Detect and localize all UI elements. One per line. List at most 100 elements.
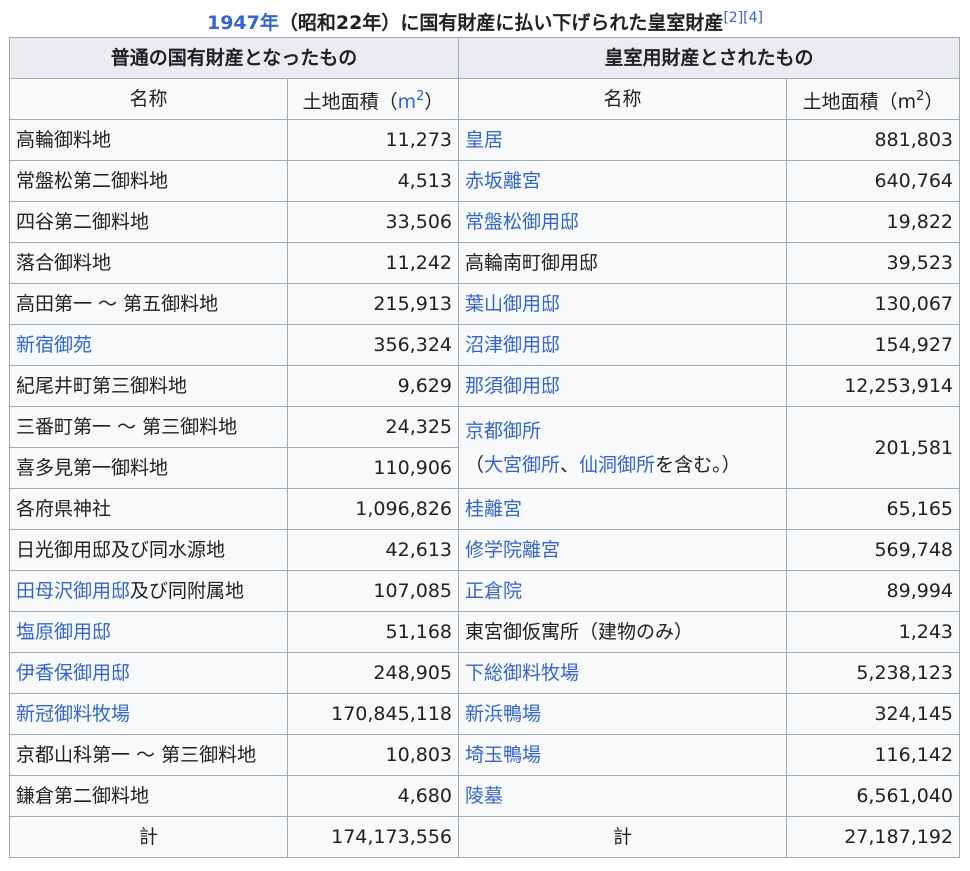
left-name-link[interactable]: 田母沢御用邸 xyxy=(16,580,130,602)
year-link[interactable]: 1947年 xyxy=(207,12,279,34)
totals-row: 計 174,173,556 計 27,187,192 xyxy=(9,816,961,858)
right-name-link[interactable]: 京都御所 xyxy=(465,420,541,442)
left-name-link[interactable]: 新冠御料牧場 xyxy=(16,703,130,725)
table-row: 三番町第一 ～ 第三御料地 24,325 京都御所 （大宮御所、仙洞御所を含む。）… xyxy=(9,406,961,489)
table-row: 塩原御用邸 51,168 東宮御仮寓所（建物のみ） 1,243 xyxy=(9,611,961,653)
right-name-link[interactable]: 新浜鴨場 xyxy=(465,703,541,725)
table-row: 京都山科第一 ～ 第三御料地 10,803 埼玉鴨場 116,142 xyxy=(9,734,961,776)
left-name: 高輪御料地 xyxy=(9,119,288,161)
left-name-header: 名称 xyxy=(9,78,288,120)
right-area: 116,142 xyxy=(785,734,961,776)
table-caption: 1947年（昭和22年）に国有財産に払い下げられた皇室財産[2][4] xyxy=(0,6,970,35)
left-name: 常盤松第二御料地 xyxy=(9,160,288,202)
right-name-link[interactable]: 下総御料牧場 xyxy=(465,662,579,684)
left-total-label: 計 xyxy=(9,816,288,858)
right-area: 881,803 xyxy=(785,119,961,161)
left-group-header: 普通の国有財産となったもの xyxy=(9,37,459,79)
left-area: 51,168 xyxy=(287,611,459,653)
table-row: 常盤松第二御料地 4,513 赤坂離宮 640,764 xyxy=(9,160,961,202)
left-name: 落合御料地 xyxy=(9,242,288,284)
imperial-property-table: 普通の国有財産となったもの 皇室用財産とされたもの 名称 土地面積（m2） 名称… xyxy=(9,37,961,858)
right-area: 65,165 xyxy=(785,488,961,530)
caption-text: （昭和22年）に国有財産に払い下げられた皇室財産 xyxy=(278,12,724,34)
right-area: 5,238,123 xyxy=(785,652,961,694)
left-area: 24,325 xyxy=(287,406,459,448)
table-row: 高輪御料地 11,273 皇居 881,803 xyxy=(9,119,961,161)
right-name-header: 名称 xyxy=(458,78,787,120)
left-area: 4,513 xyxy=(287,160,459,202)
right-total-value: 27,187,192 xyxy=(785,816,961,858)
unit-m: m xyxy=(397,90,417,113)
left-name: 各府県神社 xyxy=(9,488,288,530)
right-group-header: 皇室用財産とされたもの xyxy=(457,37,961,79)
page: 1947年（昭和22年）に国有財産に払い下げられた皇室財産[2][4] 普通の国… xyxy=(0,0,970,871)
left-area: 356,324 xyxy=(287,324,459,366)
area-close: ） xyxy=(424,90,444,113)
right-area: 130,067 xyxy=(785,283,961,325)
left-name-link[interactable]: 新宿御苑 xyxy=(16,334,92,356)
right-name-link[interactable]: 常盤松御用邸 xyxy=(465,211,579,233)
right-name-link[interactable]: 那須御用邸 xyxy=(465,375,560,397)
left-name-link[interactable]: 塩原御用邸 xyxy=(16,621,111,643)
right-name-link[interactable]: 皇居 xyxy=(465,129,503,151)
right-name-link[interactable]: 桂離宮 xyxy=(465,498,522,520)
left-area: 4,680 xyxy=(287,775,459,817)
right-name: 高輪南町御用邸 xyxy=(458,242,787,284)
left-area: 42,613 xyxy=(287,529,459,571)
table-row: 伊香保御用邸 248,905 下総御料牧場 5,238,123 xyxy=(9,652,961,694)
right-total-label: 計 xyxy=(458,816,787,858)
right-area: 201,581 xyxy=(785,406,961,489)
table-row: 鎌倉第二御料地 4,680 陵墓 6,561,040 xyxy=(9,775,961,817)
right-name-link[interactable]: 埼玉鴨場 xyxy=(465,744,541,766)
table-row: 各府県神社 1,096,826 桂離宮 65,165 xyxy=(9,488,961,530)
right-area: 6,561,040 xyxy=(785,775,961,817)
right-name-link[interactable]: 葉山御用邸 xyxy=(465,293,560,315)
left-area: 248,905 xyxy=(287,652,459,694)
left-area: 215,913 xyxy=(287,283,459,325)
left-area: 170,845,118 xyxy=(287,693,459,735)
table-row: 新冠御料牧場 170,845,118 新浜鴨場 324,145 xyxy=(9,693,961,735)
left-name: 高田第一 ～ 第五御料地 xyxy=(9,283,288,325)
left-area: 10,803 xyxy=(287,734,459,776)
right-name-link[interactable]: 赤坂離宮 xyxy=(465,170,541,192)
left-name: 三番町第一 ～ 第三御料地 xyxy=(9,406,288,448)
right-name-link[interactable]: 修学院離宮 xyxy=(465,539,560,561)
square-metre-link[interactable]: m2 xyxy=(397,89,425,113)
note-sep: 、 xyxy=(560,453,580,476)
area-close: ） xyxy=(924,90,944,113)
left-name: 喜多見第一御料地 xyxy=(9,447,288,489)
reference-link-4[interactable]: [4] xyxy=(743,10,763,26)
left-area: 9,629 xyxy=(287,365,459,407)
sento-gosho-link[interactable]: 仙洞御所 xyxy=(579,454,655,476)
area-label: 土地面積（m xyxy=(802,90,917,113)
left-name: 日光御用邸及び同水源地 xyxy=(9,529,288,571)
table-row: 高田第一 ～ 第五御料地 215,913 葉山御用邸 130,067 xyxy=(9,283,961,325)
left-area: 110,906 xyxy=(287,447,459,489)
right-name-link[interactable]: 沼津御用邸 xyxy=(465,334,560,356)
left-area: 1,096,826 xyxy=(287,488,459,530)
right-area: 324,145 xyxy=(785,693,961,735)
omiya-gosho-link[interactable]: 大宮御所 xyxy=(484,454,560,476)
left-area-header: 土地面積（m2） xyxy=(287,78,459,120)
right-area: 39,523 xyxy=(785,242,961,284)
left-name: 鎌倉第二御料地 xyxy=(9,775,288,817)
table-row: 新宿御苑 356,324 沼津御用邸 154,927 xyxy=(9,324,961,366)
area-label: 土地面積（ xyxy=(302,90,398,113)
note-close: を含む。） xyxy=(655,453,741,476)
table-row: 四谷第二御料地 33,506 常盤松御用邸 19,822 xyxy=(9,201,961,243)
right-name-link[interactable]: 陵墓 xyxy=(465,785,503,807)
left-name-link[interactable]: 伊香保御用邸 xyxy=(16,662,130,684)
reference-link-2[interactable]: [2] xyxy=(723,10,743,26)
left-area: 11,242 xyxy=(287,242,459,284)
left-name: 紀尾井町第三御料地 xyxy=(9,365,288,407)
left-area: 11,273 xyxy=(287,119,459,161)
right-area: 19,822 xyxy=(785,201,961,243)
note-open: （ xyxy=(465,453,485,476)
right-name-link[interactable]: 正倉院 xyxy=(465,580,522,602)
right-area: 154,927 xyxy=(785,324,961,366)
right-name: 東宮御仮寓所（建物のみ） xyxy=(458,611,787,653)
table-row: 落合御料地 11,242 高輪南町御用邸 39,523 xyxy=(9,242,961,284)
left-name: 四谷第二御料地 xyxy=(9,201,288,243)
right-area-header: 土地面積（m2） xyxy=(785,78,961,120)
table-row: 紀尾井町第三御料地 9,629 那須御用邸 12,253,914 xyxy=(9,365,961,407)
